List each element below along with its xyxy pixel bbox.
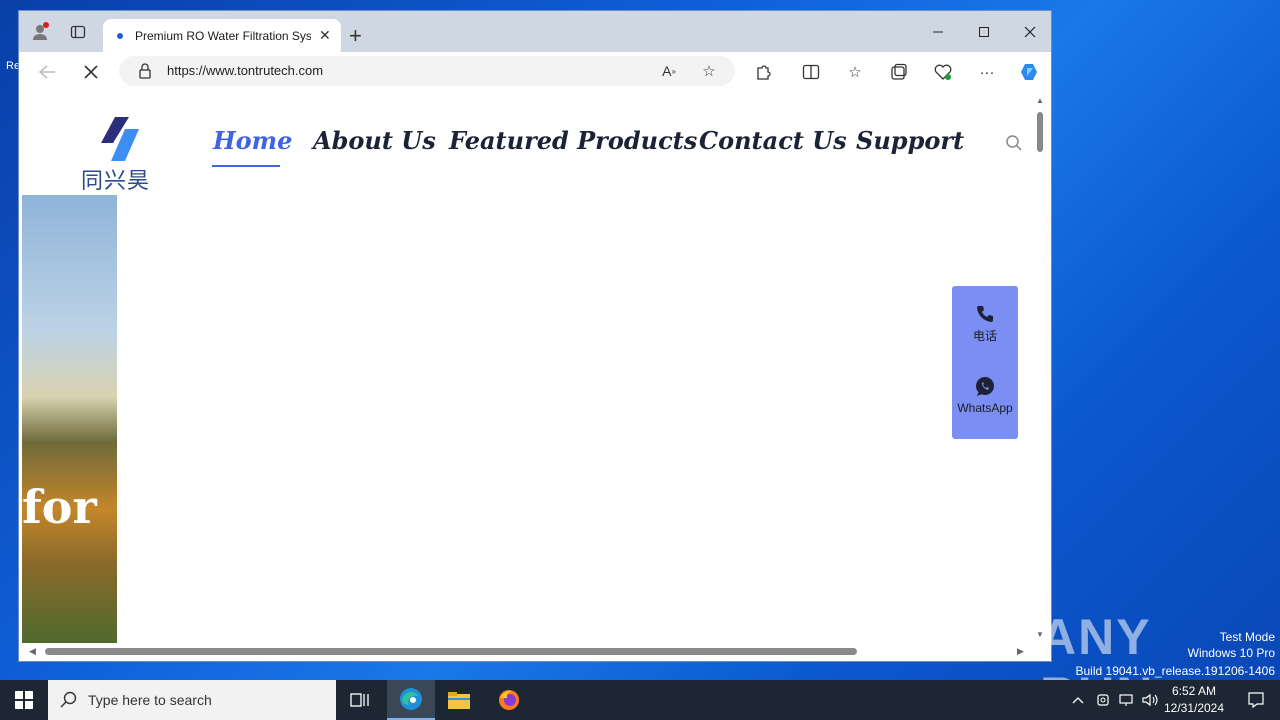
active-tab[interactable]: Premium RO Water Filtration Sys ✕	[103, 19, 341, 52]
edge-taskbar-icon[interactable]	[387, 680, 435, 720]
phone-contact[interactable]: 电话	[952, 304, 1018, 344]
scroll-up-arrow-icon[interactable]: ▲	[1036, 96, 1044, 105]
extensions-icon[interactable]	[753, 62, 773, 82]
hero-image: for	[22, 195, 117, 643]
browser-window: Premium RO Water Filtration Sys ✕ + http…	[18, 10, 1052, 662]
scroll-left-arrow-icon[interactable]: ◀	[29, 646, 36, 657]
windows-edition-text: Windows 10 Pro	[1187, 646, 1275, 660]
clock-time: 6:52 AM	[1171, 684, 1217, 698]
volume-icon[interactable]	[1140, 680, 1162, 720]
nav-support[interactable]: Support	[856, 126, 964, 155]
scroll-right-arrow-icon[interactable]: ▶	[1017, 646, 1024, 657]
whatsapp-icon	[976, 377, 994, 396]
browser-essentials-icon[interactable]	[933, 62, 953, 82]
address-bar[interactable]: https://www.tontrutech.com A» ☆	[119, 56, 735, 86]
nav-contact-us[interactable]: Contact Us	[699, 126, 847, 155]
network-icon[interactable]	[1116, 680, 1138, 720]
nav-active-underline	[212, 165, 280, 167]
taskbar-search-placeholder: Type here to search	[88, 692, 212, 708]
start-button[interactable]	[0, 680, 48, 720]
tab-close-icon[interactable]: ✕	[319, 27, 331, 44]
loading-icon	[117, 32, 123, 39]
file-explorer-icon[interactable]	[435, 680, 483, 720]
phone-label: 电话	[972, 329, 997, 343]
search-icon[interactable]	[1005, 134, 1023, 152]
hero-heading: for	[22, 480, 97, 534]
logo-mark-icon	[101, 117, 139, 161]
firefox-icon[interactable]	[485, 680, 533, 720]
profile-icon[interactable]	[29, 21, 51, 43]
nav-about-us[interactable]: About Us	[313, 126, 436, 155]
minimize-button[interactable]	[915, 17, 961, 47]
page-viewport: 同兴昊创 Home About Us Featured Products Con…	[22, 90, 1032, 643]
horizontal-scroll-thumb[interactable]	[45, 648, 857, 655]
clock-date: 12/31/2024	[1163, 701, 1225, 715]
tab-actions-icon[interactable]	[67, 21, 89, 43]
title-bar: Premium RO Water Filtration Sys ✕ +	[19, 11, 1051, 52]
back-icon[interactable]	[37, 62, 57, 82]
browser-toolbar: https://www.tontrutech.com A» ☆ ☆ ···	[19, 52, 1051, 90]
desktop-icon-strip	[0, 140, 18, 180]
nav-featured-products[interactable]: Featured Products	[449, 126, 697, 155]
url-text: https://www.tontrutech.com	[167, 63, 324, 78]
vertical-scroll-thumb[interactable]	[1037, 112, 1043, 152]
favorite-star-icon[interactable]: ☆	[699, 61, 719, 81]
build-text: Build 19041.vb_release.191206-1406	[1075, 664, 1276, 678]
whatsapp-label: WhatsApp	[957, 401, 1013, 415]
phone-icon	[977, 306, 993, 322]
copilot-icon[interactable]	[1019, 62, 1039, 82]
taskbar: Type here to search 6:52 AM 12/31/2024	[0, 680, 1280, 720]
taskbar-clock[interactable]: 6:52 AM 12/31/2024	[1162, 683, 1226, 717]
read-aloud-icon[interactable]: A»	[659, 61, 679, 81]
close-window-button[interactable]	[1007, 17, 1051, 47]
search-icon	[60, 691, 77, 708]
tray-chevron-icon[interactable]	[1066, 680, 1090, 720]
windows-logo-icon	[15, 691, 33, 709]
contact-float-panel: 电话 WhatsApp	[952, 286, 1018, 439]
stop-loading-icon[interactable]	[81, 62, 101, 82]
notifications-icon[interactable]	[1232, 680, 1280, 720]
tab-title: Premium RO Water Filtration Sys	[135, 28, 311, 43]
favorites-icon[interactable]: ☆	[845, 62, 865, 82]
lock-icon[interactable]	[135, 61, 155, 81]
whatsapp-contact[interactable]: WhatsApp	[952, 376, 1018, 415]
test-mode-text: Test Mode	[1219, 630, 1275, 644]
maximize-button[interactable]	[961, 17, 1007, 47]
more-options-icon[interactable]: ···	[977, 62, 997, 82]
nav-home[interactable]: Home	[213, 126, 292, 155]
site-logo[interactable]: 同兴昊创	[81, 115, 161, 226]
task-view-icon[interactable]	[336, 680, 384, 720]
vertical-scrollbar[interactable]: ▲ ▼	[1032, 90, 1049, 643]
collections-icon[interactable]	[889, 62, 909, 82]
new-tab-icon[interactable]: +	[349, 23, 362, 49]
meet-now-icon[interactable]	[1092, 680, 1114, 720]
horizontal-scrollbar[interactable]: ◀ ▶	[19, 643, 1032, 661]
split-screen-icon[interactable]	[801, 62, 821, 82]
taskbar-search-box[interactable]: Type here to search	[48, 680, 336, 720]
